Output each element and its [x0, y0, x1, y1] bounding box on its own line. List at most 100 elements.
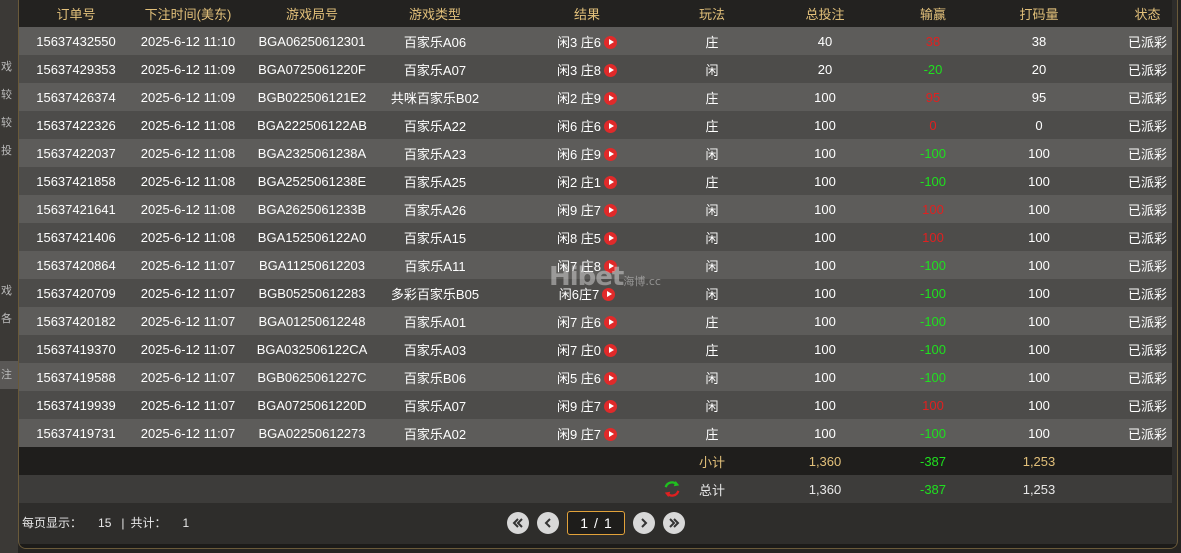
cell-bet-amount: 100 — [814, 341, 836, 357]
cell-win-loss: 95 — [925, 89, 941, 105]
cell-status: 已派彩 — [1127, 370, 1167, 386]
cell-game-type: 共咪百家乐B02 — [390, 90, 480, 106]
cell-result: 闲9 庄7 — [489, 391, 685, 419]
cell-round-id: BGA01250612248 — [258, 313, 366, 329]
cell-bet-side: 闲 — [705, 398, 719, 414]
background-fragment: 注 — [0, 361, 18, 389]
background-fragment — [0, 221, 18, 249]
chevron-left-icon — [544, 518, 551, 528]
table-row: 15637419731 2025-6-12 11:07 BGA02250612273… — [19, 419, 1172, 447]
cell-status: 已派彩 — [1127, 258, 1167, 274]
play-circle-icon[interactable] — [602, 287, 616, 301]
play-circle-icon[interactable] — [604, 175, 618, 189]
column-header: 输赢 — [919, 7, 946, 22]
cell-order-id: 15637426374 — [36, 89, 116, 105]
play-circle-icon[interactable] — [604, 343, 618, 357]
cell-bet-time: 2025-6-12 11:10 — [140, 33, 236, 49]
table-row: 15637432550 2025-6-12 11:10 BGA06250612301… — [19, 27, 1172, 55]
cell-bet-time: 2025-6-12 11:07 — [140, 397, 236, 413]
cell-status: 已派彩 — [1127, 34, 1167, 50]
chevron-right-icon — [641, 518, 648, 528]
cell-valid-bet: 100 — [1028, 145, 1050, 161]
next-page-button[interactable] — [633, 512, 655, 534]
play-circle-icon[interactable] — [604, 203, 618, 217]
cell-round-id: BGA0725061220F — [258, 61, 366, 77]
table-row: 15637419370 2025-6-12 11:07 BGA032506122CA… — [19, 335, 1172, 363]
cell-valid-bet: 100 — [1028, 369, 1050, 385]
cell-bet-amount: 100 — [814, 425, 836, 441]
cell-bet-amount: 100 — [814, 117, 836, 133]
cell-valid-bet: 100 — [1028, 313, 1050, 329]
cell-win-loss: -100 — [919, 341, 947, 357]
cell-bet-side: 闲 — [705, 370, 719, 386]
cell-bet-side: 庄 — [705, 118, 719, 134]
cell-bet-side: 庄 — [705, 342, 719, 358]
table-row: 15637419588 2025-6-12 11:07 BGB0625061227C… — [19, 363, 1172, 391]
play-circle-icon[interactable] — [604, 231, 618, 245]
cell-order-id: 15637419370 — [36, 341, 116, 357]
cell-game-type: 百家乐B06 — [403, 370, 467, 386]
cell-bet-time: 2025-6-12 11:08 — [140, 173, 236, 189]
column-header: 结果 — [573, 7, 600, 22]
pagination: 1 / 1 — [507, 510, 693, 536]
cell-order-id: 15637421858 — [36, 173, 116, 189]
play-circle-icon[interactable] — [604, 35, 618, 49]
play-circle-icon[interactable] — [604, 91, 618, 105]
page-indicator[interactable]: 1 / 1 — [567, 511, 625, 535]
cell-result: 闲7 庄6 — [489, 307, 685, 335]
cell-round-id: BGA2625061233B — [257, 201, 367, 217]
cell-order-id: 15637420709 — [36, 285, 116, 301]
total-row: 总计 1,360 -387 1,253 — [19, 475, 1172, 503]
table-header-row: 订单号 下注时间(美东) 游戏局号 游戏类型 结果 玩法 总投注 输赢 打码量 状态 — [19, 0, 1172, 27]
play-circle-icon[interactable] — [604, 427, 618, 441]
background-fragment: 各 — [1, 313, 12, 325]
table-body: 15637432550 2025-6-12 11:10 BGA06250612301… — [19, 27, 1172, 447]
cell-status: 已派彩 — [1127, 174, 1167, 190]
cell-bet-time: 2025-6-12 11:09 — [140, 89, 236, 105]
cell-bet-side: 庄 — [705, 90, 719, 106]
column-header: 总投注 — [805, 7, 845, 22]
cell-bet-side: 闲 — [705, 146, 719, 162]
cell-round-id: BGA2525061238E — [257, 173, 367, 189]
cell-bet-side: 闲 — [705, 258, 719, 274]
cell-status: 已派彩 — [1127, 342, 1167, 358]
cell-order-id: 15637420864 — [36, 257, 116, 273]
cell-valid-bet: 100 — [1028, 173, 1050, 189]
background-fragment — [0, 193, 18, 221]
cell-bet-side: 庄 — [705, 174, 719, 190]
cell-bet-time: 2025-6-12 11:07 — [140, 257, 236, 273]
background-fragment: 戏 — [1, 61, 12, 73]
cell-valid-bet: 100 — [1028, 285, 1050, 301]
cell-status: 已派彩 — [1127, 314, 1167, 330]
play-circle-icon[interactable] — [604, 371, 618, 385]
refresh-icon[interactable] — [663, 480, 681, 498]
first-page-button[interactable] — [507, 512, 529, 534]
cell-bet-time: 2025-6-12 11:07 — [140, 369, 236, 385]
cell-valid-bet: 0 — [1035, 117, 1043, 133]
play-circle-icon[interactable] — [604, 119, 618, 133]
last-page-button[interactable] — [663, 512, 685, 534]
cell-round-id: BGB05250612283 — [258, 285, 366, 301]
cell-bet-time: 2025-6-12 11:08 — [140, 201, 236, 217]
cell-valid-bet: 95 — [1031, 89, 1047, 105]
play-circle-icon[interactable] — [604, 259, 618, 273]
cell-bet-amount: 100 — [814, 369, 836, 385]
play-circle-icon[interactable] — [604, 399, 618, 413]
play-circle-icon[interactable] — [604, 63, 618, 77]
cell-status: 已派彩 — [1127, 286, 1167, 302]
play-circle-icon[interactable] — [604, 315, 618, 329]
cell-result: 闲9 庄7 — [489, 419, 685, 447]
cell-game-type: 百家乐A03 — [403, 342, 467, 358]
cell-status: 已派彩 — [1127, 202, 1167, 218]
cell-game-type: 百家乐A25 — [403, 174, 467, 190]
play-circle-icon[interactable] — [604, 147, 618, 161]
table-row: 15637421641 2025-6-12 11:08 BGA2625061233B… — [19, 195, 1172, 223]
cell-round-id: BGA06250612301 — [258, 33, 366, 49]
prev-page-button[interactable] — [537, 512, 559, 534]
cell-valid-bet: 38 — [1031, 33, 1047, 49]
cell-result: 闲2 庄9 — [489, 83, 685, 111]
column-header: 游戏类型 — [408, 7, 461, 22]
cell-round-id: BGA11250612203 — [258, 257, 366, 273]
background-fragment: 投 — [1, 145, 12, 157]
cell-status: 已派彩 — [1127, 398, 1167, 414]
